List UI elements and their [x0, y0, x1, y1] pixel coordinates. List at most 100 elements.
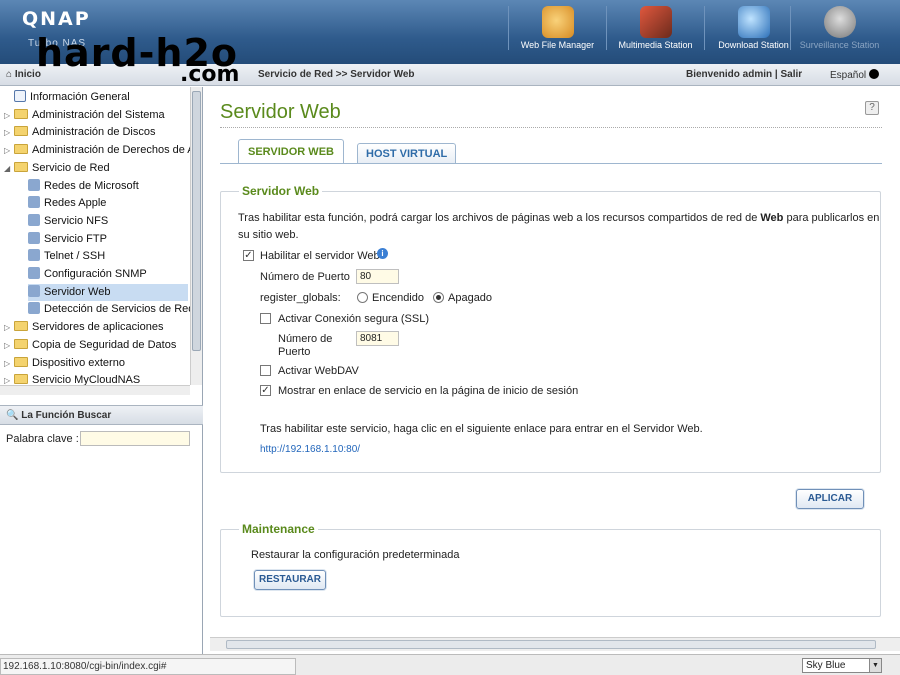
folder-icon: [14, 126, 28, 137]
surveillance-station-button[interactable]: Surveillance Station: [790, 6, 888, 50]
maintenance-legend: Maintenance: [239, 522, 318, 536]
tree-item-telnet-ssh[interactable]: Telnet / SSH: [28, 248, 188, 265]
service-icon: [28, 196, 40, 209]
breadcrumb: Servicio de Red >> Servidor Web: [258, 69, 415, 80]
film-clapper-icon: [639, 6, 672, 38]
register-globals-label: register_globals:: [260, 292, 341, 304]
qnap-logo: QNAP: [22, 8, 91, 30]
ssl-port-label-2: Puerto: [278, 346, 311, 358]
expand-toggle-icon[interactable]: ▷: [4, 107, 14, 124]
tree-item-servidores-de-aplicaciones[interactable]: ▷ Servidores de aplicaciones: [4, 319, 163, 336]
multimedia-station-label: Multimedia Station: [618, 40, 693, 50]
tree-item-label: Servicio FTP: [44, 232, 107, 245]
tree-item-label: Servidor Web: [44, 285, 111, 298]
expand-toggle-icon[interactable]: ▷: [4, 124, 14, 141]
maintenance-text: Restaurar la configuración predeterminad…: [251, 549, 460, 561]
tree-item-servicio-ftp[interactable]: Servicio FTP: [28, 231, 188, 248]
tree-item-servicio-de-red[interactable]: ◢ Servicio de Red: [4, 160, 110, 177]
tree-item-dispositivo-externo[interactable]: ▷ Dispositivo externo: [4, 355, 125, 372]
dome-camera-icon: [823, 6, 856, 38]
tree-item-label: Configuración SNMP: [44, 268, 147, 280]
tree-horizontal-scrollbar[interactable]: [0, 385, 190, 395]
watermark-domain: .com: [180, 62, 240, 87]
web-file-manager-button[interactable]: Web File Manager: [508, 6, 606, 50]
expand-toggle-icon[interactable]: ▷: [4, 355, 14, 372]
restore-button[interactable]: RESTAURAR: [254, 570, 326, 590]
service-icon: [28, 213, 40, 226]
show-link-checkbox[interactable]: ✓: [260, 385, 271, 396]
expand-toggle-icon[interactable]: ▷: [4, 142, 14, 159]
register-globals-on-radio[interactable]: [357, 292, 368, 303]
tree-item-label: Servicio NFS: [44, 214, 109, 227]
show-link-label: Mostrar en enlace de servicio en la pági…: [278, 385, 579, 397]
download-station-label: Download Station: [718, 40, 789, 50]
expand-toggle-icon[interactable]: ▷: [4, 319, 14, 336]
tree-item-administraci-n-del-sistema[interactable]: ▷ Administración del Sistema: [4, 107, 165, 124]
help-icon[interactable]: ?: [865, 101, 879, 115]
tab-host-virtual[interactable]: HOST VIRTUAL: [357, 143, 457, 163]
folder-icon: [14, 356, 28, 367]
left-panel: Información General ▷ Administración del S…: [0, 87, 203, 654]
ssl-label: Activar Conexión segura (SSL): [278, 313, 430, 325]
web-file-manager-label: Web File Manager: [520, 40, 595, 50]
webdav-checkbox[interactable]: [260, 365, 271, 376]
folder-icon: [14, 144, 28, 155]
tree-item-informaci-n-general[interactable]: Información General: [4, 89, 130, 106]
tree-item-servidor-web[interactable]: Servidor Web: [28, 283, 188, 301]
webdav-label: Activar WebDAV: [278, 365, 359, 377]
service-icon: [28, 231, 40, 244]
tree-item-servicio-nfs[interactable]: Servicio NFS: [28, 213, 188, 230]
tree-item-redes-de-microsoft[interactable]: Redes de Microsoft: [28, 178, 188, 195]
chevron-down-icon: [869, 69, 880, 79]
after-enable-text: Tras habilitar este servicio, haga clic …: [260, 423, 703, 435]
tree-item-label: Servicio de Red: [32, 161, 110, 174]
ssl-port-input[interactable]: 8081: [356, 331, 399, 346]
service-icon: [28, 178, 40, 191]
tab-servidor-web[interactable]: SERVIDOR WEB: [238, 139, 344, 163]
welcome-logout[interactable]: Bienvenido admin | Salir: [686, 69, 802, 80]
status-url: 192.168.1.10:8080/cgi-bin/index.cgi#: [0, 658, 296, 675]
theme-label: Sky Blue: [806, 660, 846, 671]
register-globals-off-radio[interactable]: [433, 292, 444, 303]
tree-item-administraci-n-de-derechos-de-ac[interactable]: ▷ Administración de Derechos de Ac: [4, 142, 200, 159]
content-horizontal-scrollbar[interactable]: [210, 637, 900, 651]
tree-item-administraci-n-de-discos[interactable]: ▷ Administración de Discos: [4, 124, 156, 141]
tree-item-copia-de-seguridad-de-datos[interactable]: ▷ Copia de Seguridad de Datos: [4, 337, 176, 354]
download-station-button[interactable]: Download Station: [704, 6, 802, 50]
enable-web-server-checkbox[interactable]: ✓: [243, 250, 254, 261]
description-line-1: Tras habilitar esta función, podrá carga…: [238, 212, 880, 224]
description-line-2: su sitio web.: [238, 229, 299, 241]
info-icon[interactable]: i: [377, 248, 388, 259]
web-server-link[interactable]: http://192.168.1.10:80/: [260, 444, 360, 455]
page-title: Servidor Web: [220, 101, 341, 123]
language-label: Español: [830, 70, 867, 81]
tree-item-label: Administración de Derechos de Ac: [32, 144, 201, 157]
tree-item-configuraci-n-snmp[interactable]: Configuración SNMP: [28, 266, 188, 283]
download-globe-icon: [737, 6, 770, 38]
scrollbar-thumb[interactable]: [226, 640, 876, 649]
tree-item-label: Redes Apple: [44, 197, 107, 210]
search-panel-header: 🔍 La Función Buscar: [0, 405, 203, 425]
theme-select[interactable]: Sky Blue ▼: [802, 658, 882, 673]
expand-toggle-icon[interactable]: ▷: [4, 337, 14, 354]
tree-scrollbar[interactable]: [190, 87, 202, 385]
keyword-input[interactable]: [80, 431, 190, 446]
folder-icon: [14, 108, 28, 119]
expand-toggle-icon[interactable]: ◢: [4, 160, 14, 177]
search-title: La Función Buscar: [21, 410, 112, 421]
tree-item-redes-apple[interactable]: Redes Apple: [28, 195, 188, 212]
ssl-checkbox[interactable]: [260, 313, 271, 324]
tree-item-label: Administración del Sistema: [32, 108, 165, 121]
ssl-port-label-1: Número de: [278, 333, 333, 345]
port-label: Número de Puerto: [260, 271, 350, 283]
multimedia-station-button[interactable]: Multimedia Station: [606, 6, 704, 50]
tree-item-detecci-n-de-servicios-de-red[interactable]: Detección de Servicios de Red: [28, 301, 194, 318]
tree-item-label: Detección de Servicios de Red: [44, 303, 195, 316]
language-selector[interactable]: Español: [830, 69, 880, 81]
register-globals-on-label: Encendido: [372, 292, 424, 304]
scrollbar-thumb[interactable]: [192, 91, 201, 351]
apply-button[interactable]: APLICAR: [796, 489, 864, 509]
port-input[interactable]: 80: [356, 269, 399, 284]
service-icon: [28, 267, 40, 279]
folder-icon: [14, 374, 28, 385]
